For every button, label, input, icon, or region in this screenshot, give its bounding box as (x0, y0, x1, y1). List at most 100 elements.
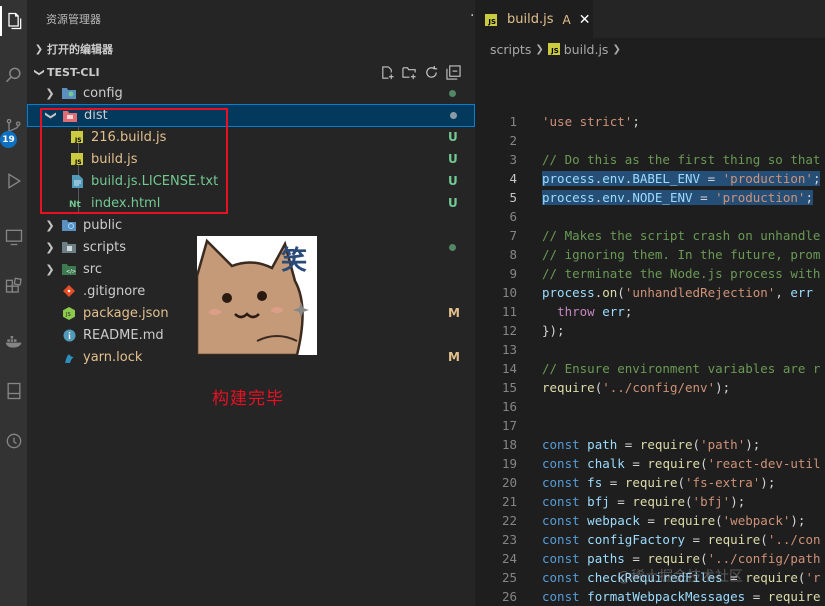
code-token: '../config/env' (602, 380, 716, 395)
code-token: = (617, 437, 640, 452)
tab-label: build.js (507, 12, 554, 27)
line-number: 5 (509, 190, 517, 205)
code-token: // Ensure environment variables are r (542, 361, 821, 376)
open-editors-section[interactable]: ❯ 打开的编辑器 (27, 38, 475, 60)
code-token: require (632, 494, 686, 509)
breadcrumb-item-build-js[interactable]: build.js (564, 42, 609, 57)
breadcrumb-item-scripts[interactable]: scripts (490, 42, 531, 57)
tree-item-label: public (83, 217, 123, 233)
run-debug-icon[interactable] (0, 166, 27, 196)
code-token: 'path' (700, 437, 746, 452)
editor-area: JS build.js A ✕ scripts ❯ JS build.js ❯ … (475, 0, 825, 606)
close-icon[interactable]: ✕ (579, 12, 591, 28)
info-file-icon (62, 328, 76, 342)
git-status: M (448, 350, 460, 364)
code-token: BABEL_ENV (632, 171, 701, 186)
new-file-icon[interactable] (379, 64, 395, 80)
code-token: const (542, 475, 580, 490)
folder-config-icon (62, 86, 76, 100)
code-token: const (542, 532, 580, 547)
code-token: const (542, 513, 580, 528)
code-token: ( (715, 513, 723, 528)
chevron-right-icon: ❯ (34, 43, 44, 55)
code-token: ( (685, 494, 693, 509)
explorer-title: 资源管理器 (46, 13, 101, 26)
code-token: , (775, 285, 791, 300)
js-file-icon: JS (547, 43, 560, 55)
code-token: err (790, 285, 813, 300)
chevron-right-icon: ❯ (535, 43, 544, 55)
code-token: path (587, 437, 618, 452)
tree-item-config[interactable]: ❯ config (27, 82, 475, 104)
bookmarks-icon[interactable] (0, 376, 27, 406)
line-number: 3 (509, 152, 517, 167)
code-token: = (624, 551, 648, 566)
code-token: = (639, 513, 663, 528)
code-token: const (542, 437, 580, 452)
code-token: = (745, 589, 768, 604)
line-number: 25 (501, 570, 517, 585)
new-folder-icon[interactable] (401, 64, 417, 80)
code-token: 'react-dev-util (707, 456, 821, 471)
code-token: require (767, 589, 821, 604)
modified-dot (449, 244, 456, 251)
explorer-icon[interactable] (0, 6, 27, 36)
code-token: NODE_ENV (632, 190, 693, 205)
line-number: 6 (509, 209, 517, 224)
line-number: 23 (501, 532, 517, 547)
code-token: chalk (587, 456, 625, 471)
refresh-icon[interactable] (423, 64, 439, 80)
code-token: const (542, 589, 580, 604)
code-line: // ignoring them. In the future, prom (542, 245, 820, 264)
chevron-right-icon: ❯ (45, 218, 55, 232)
search-icon[interactable] (0, 60, 27, 90)
code-line: const bfj = require('bfj'); (542, 492, 745, 511)
code-token: require (542, 380, 595, 395)
code-token: // Makes the script crash on unhandle (542, 228, 821, 243)
code-token: err (602, 304, 625, 319)
code-token: 'production' (722, 171, 813, 186)
code-token: require (707, 532, 761, 547)
code-token: ); (760, 475, 776, 490)
line-number: 17 (501, 418, 517, 433)
nodejs-file-icon: JS (62, 306, 76, 320)
line-number: 16 (501, 399, 517, 414)
code-token: require (647, 456, 701, 471)
timeline-icon[interactable] (0, 426, 27, 456)
code-line: }); (542, 321, 565, 340)
line-number: 11 (501, 304, 517, 319)
extensions-icon[interactable] (0, 272, 27, 302)
git-status: U (448, 152, 458, 166)
yarn-file-icon (62, 350, 76, 364)
js-file-icon: JS (485, 13, 497, 26)
docker-icon[interactable] (0, 326, 27, 356)
code-token: webpack (587, 513, 640, 528)
tab-bar: JS build.js A ✕ (475, 0, 825, 38)
code-token: 'r (805, 570, 821, 585)
code-token: formatWebpackMessages (587, 589, 746, 604)
code-line: process.on('unhandledRejection', err (542, 283, 821, 302)
code-token: ( (677, 475, 686, 490)
code-token: const (542, 456, 580, 471)
code-token: paths (587, 551, 625, 566)
code-line: // Do this as the first thing so that (542, 150, 820, 169)
code-token: ); (745, 437, 761, 452)
code-line: const formatWebpackMessages = require (542, 587, 820, 606)
highlight-box (40, 108, 228, 214)
line-number: 1 (509, 114, 517, 129)
code-line: const path = require('path'); (542, 435, 760, 454)
tab-build-js[interactable]: JS build.js A ✕ (475, 0, 593, 38)
line-number: 14 (501, 361, 517, 376)
remote-explorer-icon[interactable] (0, 222, 27, 252)
collapse-all-icon[interactable] (445, 64, 461, 80)
tree-item-public[interactable]: ❯ public (27, 214, 475, 236)
scm-badge: 19 (0, 131, 17, 148)
code-token: ( (700, 456, 708, 471)
code-token: require (662, 513, 716, 528)
code-token: // ignoring them. In the future, prom (542, 247, 821, 262)
chevron-right-icon: ❯ (45, 240, 55, 254)
line-number: 9 (509, 266, 517, 281)
code-line: const configFactory = require('../con (542, 530, 821, 549)
code-line: process.env.BABEL_ENV = 'production'; (542, 169, 821, 188)
code-token: = (700, 171, 723, 186)
